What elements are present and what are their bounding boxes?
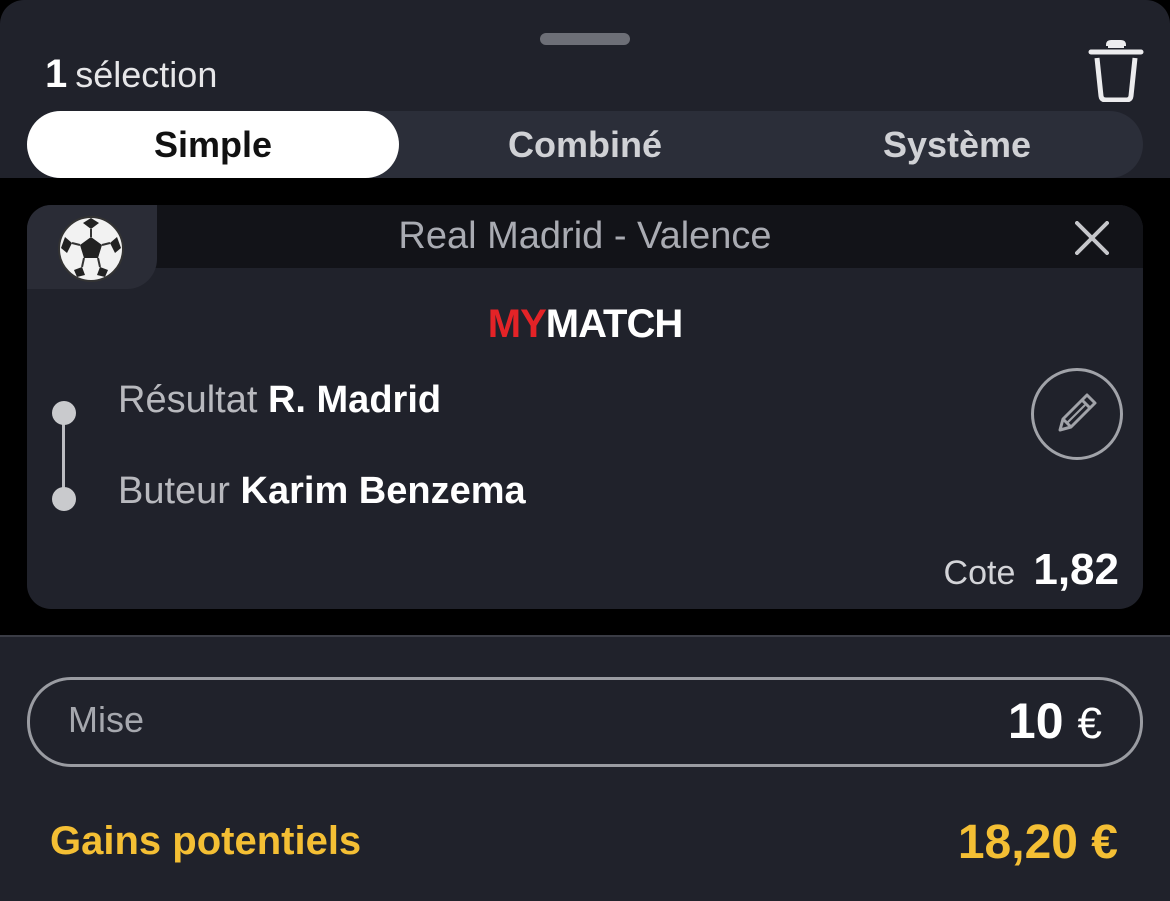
close-icon[interactable] xyxy=(1075,221,1109,255)
stake-amount-display: 10 € xyxy=(1008,692,1102,750)
selection-timeline xyxy=(51,401,77,513)
tab-simple[interactable]: Simple xyxy=(27,111,399,178)
potential-gains-label: Gains potentiels xyxy=(50,819,362,863)
timeline-dot xyxy=(52,401,76,425)
selection-count-label: sélection xyxy=(75,54,218,95)
selection-count: 1 sélection xyxy=(45,50,217,99)
stake-currency: € xyxy=(1077,699,1102,748)
tab-combine[interactable]: Combiné xyxy=(399,111,771,178)
brand-my: MY xyxy=(487,302,547,346)
selection-market: Buteur xyxy=(118,470,230,512)
selection-pick: R. Madrid xyxy=(267,379,442,421)
soccer-ball-icon xyxy=(58,216,124,282)
odds: Cote 1,82 xyxy=(944,545,1119,595)
stake-input[interactable]: Mise 10 € xyxy=(27,677,1143,767)
selection-count-number: 1 xyxy=(45,52,68,96)
drag-handle[interactable] xyxy=(540,33,630,45)
selection-pick: Karim Benzema xyxy=(240,470,526,512)
odds-label: Cote xyxy=(943,554,1016,592)
sport-badge xyxy=(27,205,157,289)
timeline-dot xyxy=(52,487,76,511)
selection-result: Résultat R. Madrid xyxy=(118,377,441,423)
stake-panel: Mise 10 € Gains potentiels 18,20 € xyxy=(0,635,1170,901)
match-title: Real Madrid - Valence xyxy=(398,215,772,257)
potential-gains-value: 18,20 € xyxy=(957,816,1118,869)
tab-systeme[interactable]: Système xyxy=(771,111,1143,178)
stake-label: Mise xyxy=(68,699,145,740)
pencil-icon xyxy=(1058,393,1097,432)
mymatch-logo: MYMATCH xyxy=(27,300,1143,348)
bet-slip-header: 1 sélection Simple Combiné Système xyxy=(0,0,1170,178)
trash-icon[interactable] xyxy=(1088,40,1144,103)
selection-scorer: Buteur Karim Benzema xyxy=(118,468,526,514)
edit-button[interactable] xyxy=(1031,368,1123,460)
selection-market: Résultat xyxy=(118,379,258,421)
brand-match: MATCH xyxy=(545,302,683,346)
bet-type-tabs: Simple Combiné Système xyxy=(27,111,1143,178)
odds-value: 1,82 xyxy=(1033,545,1119,594)
bet-selection-card: Real Madrid - Valence MYMATCH Résultat R… xyxy=(27,205,1143,609)
stake-amount: 10 xyxy=(1007,693,1064,749)
